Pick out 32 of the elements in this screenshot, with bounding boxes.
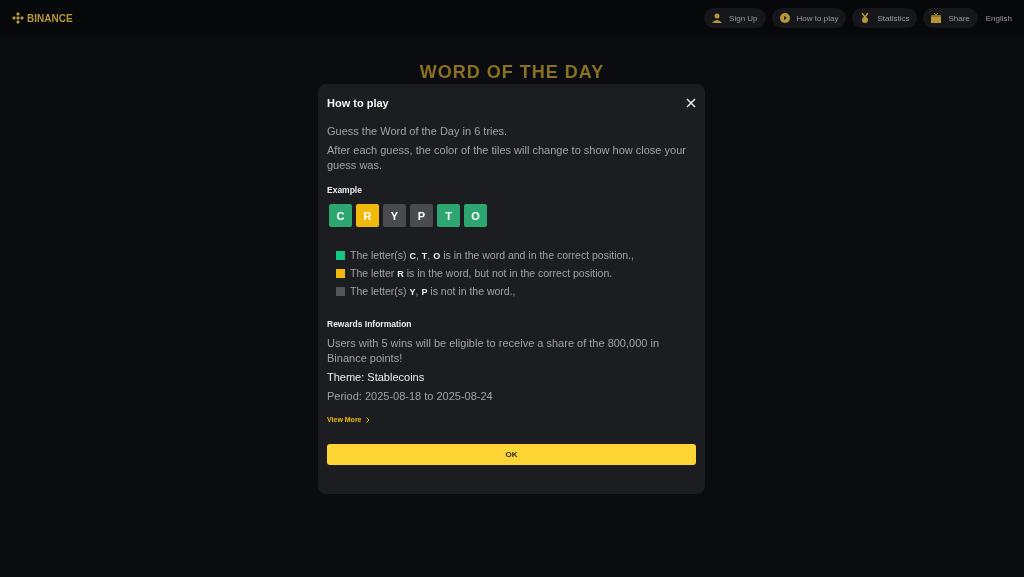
nav-button[interactable]: How to play	[771, 8, 847, 28]
nav-button[interactable]: Sign Up	[704, 8, 766, 28]
nav-button[interactable]: Share	[923, 8, 978, 28]
medal-icon	[860, 13, 871, 23]
letter-tile: O	[464, 204, 487, 227]
letter-tile: C	[329, 204, 352, 227]
chevron-right-icon	[365, 416, 370, 423]
legend-text: The letter(s) C, T, O is in the word and in the correct position.,	[350, 249, 634, 261]
letter-tile: Y	[383, 204, 406, 227]
dialog-title: How to play	[327, 97, 389, 109]
nav-button[interactable]: Statistics	[852, 8, 918, 28]
ok-button[interactable]: OK	[327, 444, 696, 465]
intro-text: After each guess, the color of the tiles will change to show how close your guess was.	[327, 143, 687, 173]
section-label: Rewards Information	[327, 319, 413, 329]
letter-tile: R	[356, 204, 379, 227]
legend-text: The letter(s) Y, P is not in the word.,	[350, 285, 516, 297]
person-icon	[712, 13, 723, 23]
rewards-text: Users with 5 wins will be eligible to receive a share of the 800,000 in Binance points!	[327, 336, 660, 366]
language-link[interactable]: English	[985, 13, 1012, 23]
letter-tile: T	[437, 204, 460, 227]
intro-text: Guess the Word of the Day in 6 tries.	[327, 124, 509, 139]
letter-tile: P	[410, 204, 433, 227]
legend-text: The letter R is in the word, but not in the correct position.	[350, 267, 613, 279]
gift-icon	[931, 13, 942, 23]
logo-icon	[12, 12, 24, 24]
theme-text: Theme: Stablecoins	[327, 370, 426, 385]
close-icon	[686, 98, 696, 108]
section-label: Example	[327, 185, 363, 195]
logo[interactable]: BINANCE	[12, 12, 73, 24]
period-text: Period: 2025-08-18 to 2025-08-24	[327, 389, 494, 404]
play-icon	[779, 13, 790, 23]
page-title: WORD OF THE DAY	[419, 62, 605, 83]
